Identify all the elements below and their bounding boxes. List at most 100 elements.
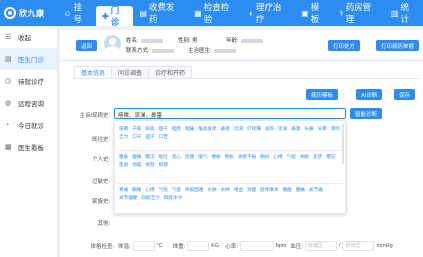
suggestion-tag[interactable]: 水肿 [221,187,230,193]
suggestion-tag[interactable]: 嗳气 [198,154,207,160]
suggestion-tag[interactable]: 腹痛 [132,154,141,160]
systolic-input[interactable]: 收缩压 [304,241,337,251]
sidebar-collapse[interactable]: ☰ 收起 [0,26,57,48]
suggestion-tag[interactable]: 便秘 [211,154,220,160]
sidebar-item-today[interactable]: ◔ 今日就诊 [0,114,57,136]
suggestion-tag[interactable]: 发热 [265,126,274,132]
suggestion-tag[interactable]: 食欲不振 [238,154,256,160]
suggestion-tag[interactable]: 腰痛 [296,187,305,193]
nav-label: 检查检验 [203,2,230,24]
sidebar-item-pending[interactable]: ◷ 待就诊疗 [0,70,57,92]
nav-charge-dispense[interactable]: ▤ 收费发药 [133,0,188,26]
suggestion-tag[interactable]: 烦躁 [132,162,141,168]
chief-complaint-input[interactable]: 咳嗽、流涕、鼻塞 [114,108,346,119]
nav-therapy[interactable]: ◐ 理疗治疗 [243,0,295,26]
suggestion-tag[interactable]: 腹泻 [145,154,154,160]
suggestion-tag[interactable]: 喉咙发痒 [198,126,216,132]
suggestion-tag[interactable]: 易怒 [145,162,154,168]
suggestion-tag[interactable]: 咳嗽 [119,126,128,132]
suggestion-tag[interactable]: 四肢冰冷 [164,195,182,201]
suggestion-tag[interactable]: 恶心 [172,154,181,160]
sidebar-item-dashboard[interactable]: ▦ 医生看板 [0,136,57,158]
suggestion-tag[interactable]: 反酸 [185,154,194,160]
suggestion-tag[interactable]: 焦虑 [119,162,128,168]
nav-label: 模板 [310,2,320,24]
nav-outpatient[interactable]: ✚ 门诊 [96,5,134,27]
suggestion-tag[interactable]: 流涕 [234,126,243,132]
suggestion-tag[interactable]: 气促 [172,187,181,193]
suggestion-tag[interactable]: 心悸 [145,187,154,193]
suggestion-tag[interactable]: 头痛 [304,126,313,132]
suggestion-tag[interactable]: 抑郁 [159,162,168,168]
suggestion-tag[interactable]: 鼻塞 [291,126,300,132]
save-button[interactable]: 保存 [394,89,416,100]
suggestion-tag[interactable]: 干咳 [132,126,141,132]
heart-rate-input[interactable] [239,241,274,251]
temperature-label: 体温: [118,244,131,250]
suggestion-tag[interactable]: 多梦 [313,154,322,160]
suggestion-tag[interactable]: 咳痰 [145,126,154,132]
suggestion-tag[interactable]: 水肿 [207,187,216,193]
suggestion-tag[interactable]: 胸闷 [260,154,269,160]
return-button[interactable]: 返回 [76,40,98,51]
nav-label: 统计 [400,2,409,24]
suggestion-tag[interactable]: 气短 [287,154,296,160]
tab-inquiry[interactable]: 问诊调查 [111,66,150,78]
suggestion-tag[interactable]: 口干 [132,134,141,140]
vitals-label: 体格检查: [90,244,114,250]
suggestion-tag[interactable]: 打喷嚏 [247,126,261,132]
print-case-button[interactable]: 打印病历单据 [376,40,420,51]
suggestion-tag[interactable]: 关节痛 [309,187,323,193]
suggestion-tag[interactable]: 消瘦 [247,187,256,193]
sidebar-item-doctor-outpatient[interactable]: ▤ 医生门诊 [0,48,57,70]
suggestion-tag[interactable]: 乏力 [119,134,128,140]
diastolic-input[interactable]: 舒张压 [342,241,375,251]
suggestion-tag[interactable]: 咽痛 [185,126,194,132]
nav-examination[interactable]: ▦ 检查检验 [188,0,243,26]
nav-registration[interactable]: ☺ 挂号 [57,0,96,26]
suggestion-tag[interactable]: 呕吐 [159,154,168,160]
suggestion-tag[interactable]: 盗汗 [145,134,154,140]
suggestion-tag[interactable]: 口苦 [159,134,168,140]
suggestion-tag[interactable]: 气短 [159,187,168,193]
tab-diagnosis-prescription[interactable]: 诊疗和开药 [148,66,193,78]
weight-input[interactable] [187,241,210,251]
outpatient-icon: ✚ [102,11,109,21]
smart-diagnosis-button[interactable]: 智能诊断 [350,108,383,119]
dropdown-scrollbar[interactable] [342,124,344,164]
suggestion-tag[interactable]: 胸痛 [132,187,141,193]
suggestion-tag[interactable]: 流涕 [278,126,287,132]
suggestion-tag[interactable]: 心悸 [273,154,282,160]
suggestion-tag[interactable]: 咽干 [159,126,168,132]
suggestion-tag[interactable]: 咽痒 [172,126,181,132]
suggestion-tag[interactable]: 关节僵硬 [119,195,137,201]
suggestion-tag[interactable]: 耳鸣 [331,126,340,132]
suggestion-tag[interactable]: 肢体麻木 [260,187,278,193]
ai-diagnosis-button[interactable]: AI诊断 [356,89,383,100]
weight-unit: KG [211,243,220,249]
nav-template[interactable]: ▣ 模板 [295,0,333,26]
suggestion-tag[interactable]: 四肢乏力 [141,195,159,201]
suggestion-tag[interactable]: 健忘 [326,154,335,160]
blood-pressure-label: 血压: [290,244,303,250]
other-label: 其他: [97,221,110,227]
suggestion-tag[interactable]: 头晕 [318,126,327,132]
tab-basic-info[interactable]: 基本信息 [74,66,113,78]
suggestion-tag[interactable]: 咯血 [234,187,243,193]
suggestion-tag[interactable]: 失眠 [300,154,309,160]
sidebar-item-remote[interactable]: ◍ 远程咨询 [0,92,57,114]
nav-statistics[interactable]: ▥ 统计 [385,0,423,26]
redacted-value [213,48,236,53]
suggestion-tag[interactable]: 腰酸 [283,187,292,193]
temperature-input[interactable] [132,241,155,251]
suggestion-tag[interactable]: 呼吸困难 [185,187,203,193]
print-prescription-button[interactable]: 打印处方 [328,40,361,51]
suggestion-tag[interactable]: 胃痛 [119,187,128,193]
suggestion-tag[interactable]: 腹胀 [119,154,128,160]
nav-label: 挂号 [73,2,82,24]
case-template-button[interactable]: 病历模板 [306,89,339,100]
nav-pharmacy[interactable]: ⚕ 药房管理 [333,0,385,26]
chief-complaint-label: 主诉/现病史: [79,113,110,119]
suggestion-tag[interactable]: 胃胀 [225,154,234,160]
suggestion-tag[interactable]: 鼻塞 [221,126,230,132]
